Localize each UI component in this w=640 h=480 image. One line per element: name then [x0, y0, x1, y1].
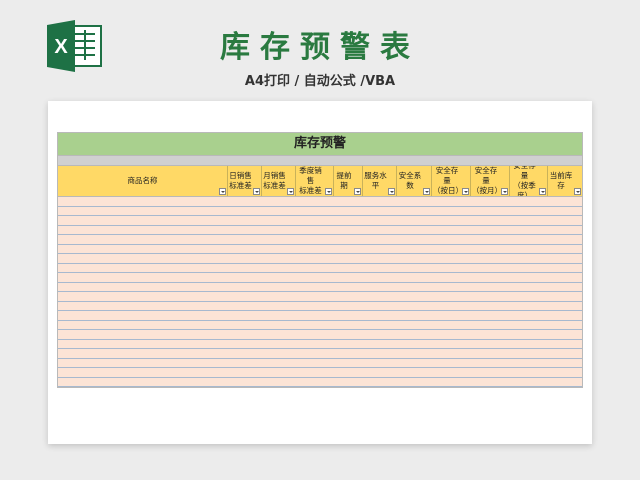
page-subtitle: A4打印 / 自动公式 /VBA — [244, 74, 396, 89]
table-row[interactable] — [58, 226, 582, 235]
column-header-label: 商品名称 — [127, 176, 158, 185]
excel-icon: X — [45, 20, 105, 72]
column-header-label: 当前库存 — [549, 171, 573, 190]
filter-dropdown-icon[interactable] — [539, 188, 546, 195]
table-row[interactable] — [58, 216, 582, 226]
column-header: 季度销售 标准差 — [296, 166, 334, 196]
table-row[interactable] — [58, 349, 582, 359]
filter-dropdown-icon[interactable] — [325, 188, 332, 195]
table-row[interactable] — [58, 264, 582, 273]
column-header: 安全存量 （按日） — [432, 166, 471, 196]
table-row[interactable] — [58, 254, 582, 264]
table-row[interactable] — [58, 273, 582, 283]
column-header: 安全系数 — [397, 166, 432, 196]
filter-dropdown-icon[interactable] — [253, 188, 260, 195]
table-row[interactable] — [58, 330, 582, 340]
column-header: 服务水平 — [363, 166, 397, 196]
column-header-label: 安全存量（按季度） — [513, 166, 536, 196]
column-header-label: 服务水平 — [364, 171, 387, 190]
table-row[interactable] — [58, 197, 582, 207]
excel-letter: X — [54, 36, 68, 58]
page-title: 库存预警表 — [220, 30, 420, 65]
table-row[interactable] — [58, 321, 582, 330]
column-header: 月销售 标准差 — [262, 166, 296, 196]
inventory-table: 库存预警 商品名称 日销售 标准差 月销售 标准差 季度销售 标准差 提前期 服务水平 安全系数安… — [57, 132, 583, 388]
filter-dropdown-icon[interactable] — [287, 188, 294, 195]
spreadsheet-preview: 库存预警 商品名称 日销售 标准差 月销售 标准差 季度销售 标准差 提前期 服务水平 安全系数安… — [48, 101, 592, 444]
column-header-label: 安全存量 （按日） — [433, 166, 463, 195]
filter-dropdown-icon[interactable] — [354, 188, 361, 195]
filter-dropdown-icon[interactable] — [219, 188, 226, 195]
table-row[interactable] — [58, 283, 582, 292]
column-header-label: 提前期 — [336, 171, 352, 190]
table-row[interactable] — [58, 378, 582, 387]
table-row[interactable] — [58, 207, 582, 216]
column-header-label: 季度销售 标准差 — [299, 166, 322, 195]
table-row[interactable] — [58, 245, 582, 254]
column-header: 商品名称 — [58, 166, 228, 196]
gray-band — [58, 156, 582, 166]
column-header: 当前库存 — [548, 166, 582, 196]
column-header-label: 月销售 标准差 — [263, 171, 286, 190]
table-row[interactable] — [58, 368, 582, 378]
table-row[interactable] — [58, 340, 582, 349]
table-row[interactable] — [58, 302, 582, 311]
column-header: 日销售 标准差 — [228, 166, 262, 196]
filter-dropdown-icon[interactable] — [423, 188, 430, 195]
table-row[interactable] — [58, 311, 582, 321]
filter-dropdown-icon[interactable] — [388, 188, 395, 195]
column-header-label: 日销售 标准差 — [229, 171, 252, 190]
table-row[interactable] — [58, 292, 582, 302]
table-row[interactable] — [58, 235, 582, 245]
table-row[interactable] — [58, 359, 582, 368]
table-body — [58, 197, 582, 387]
column-header: 安全存量 （按月） — [471, 166, 510, 196]
table-header: 商品名称 日销售 标准差 月销售 标准差 季度销售 标准差 提前期 服务水平 安全系数 安全存量 （按… — [58, 166, 582, 197]
column-header: 安全存量（按季度） — [510, 166, 548, 196]
filter-dropdown-icon[interactable] — [574, 188, 581, 195]
filter-dropdown-icon[interactable] — [462, 188, 469, 195]
filter-dropdown-icon[interactable] — [501, 188, 508, 195]
column-header: 提前期 — [334, 166, 363, 196]
table-banner: 库存预警 — [58, 133, 582, 156]
column-header-label: 安全系数 — [398, 171, 422, 190]
column-header-label: 安全存量 （按月） — [472, 166, 502, 195]
